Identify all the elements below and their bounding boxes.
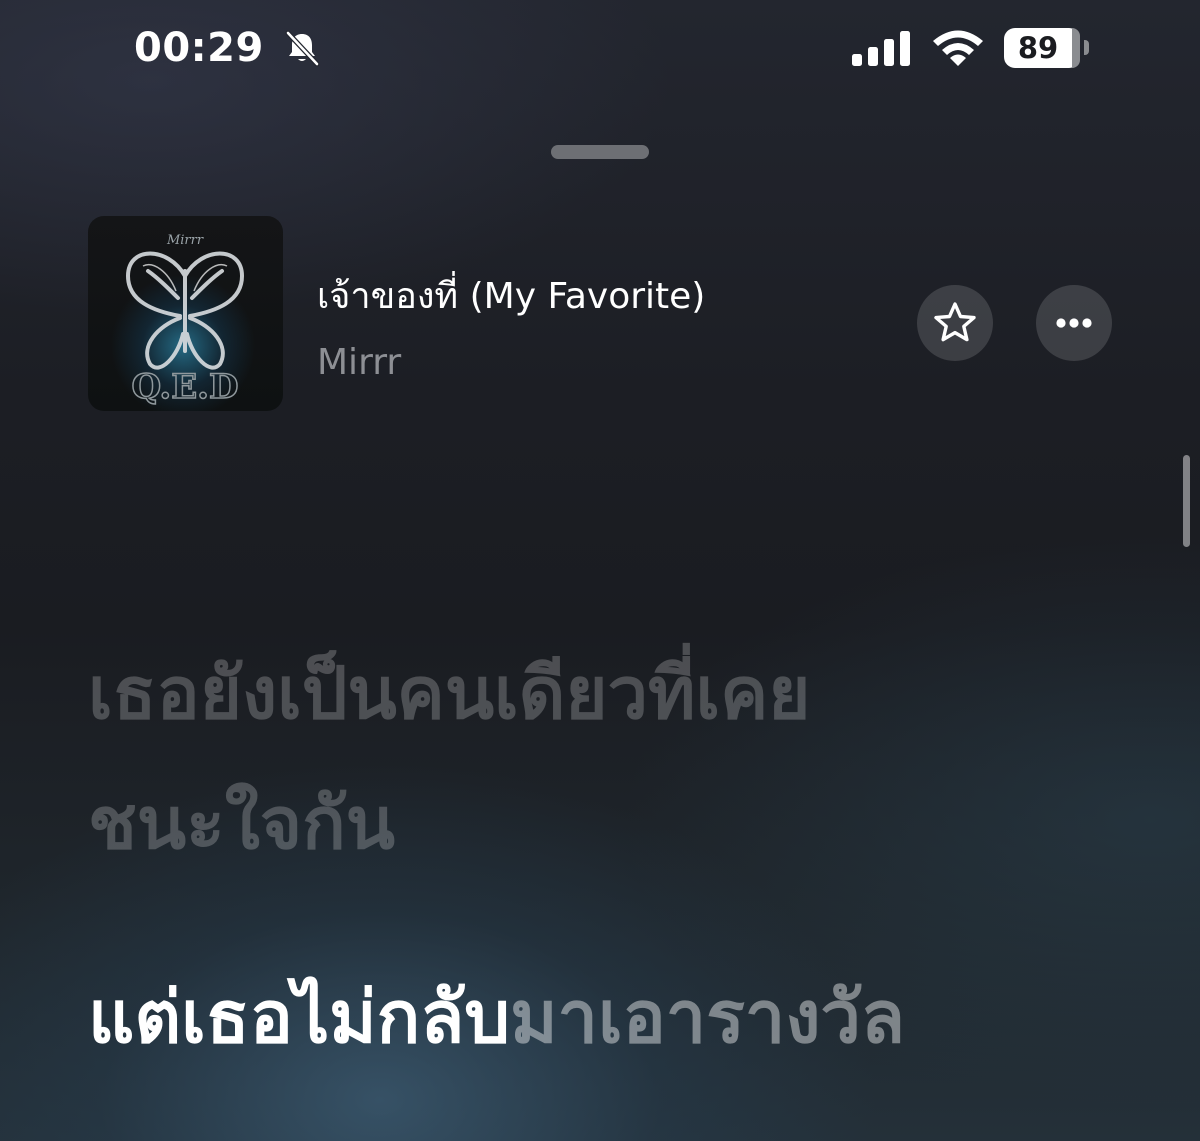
album-title-text: Q.E.D	[132, 367, 239, 407]
battery-nub	[1084, 40, 1089, 55]
wifi-icon	[933, 30, 983, 66]
battery-icon: 89	[1004, 28, 1080, 68]
bell-slash-icon	[285, 30, 320, 67]
album-brand-text: Mirrr	[166, 233, 204, 248]
song-artist[interactable]: Mirrr	[317, 338, 401, 388]
ellipsis-icon	[1056, 318, 1092, 328]
scroll-indicator[interactable]	[1183, 455, 1190, 547]
butterfly-artwork: Mirrr Q.E.D	[126, 233, 244, 408]
more-options-button[interactable]	[1036, 285, 1112, 361]
battery-empty-segment	[1072, 28, 1080, 68]
song-title[interactable]: เจ้าของที่ (My Favorite)	[317, 272, 705, 322]
sheet-grabber[interactable]	[551, 145, 649, 159]
cellular-signal-icon	[852, 31, 910, 66]
album-art[interactable]: Mirrr Q.E.D	[88, 216, 283, 411]
lyric-line[interactable]: เธอยังเป็นคนเดียวที่เคย	[88, 638, 810, 748]
favorite-button[interactable]	[917, 285, 993, 361]
star-icon	[934, 302, 976, 342]
lyric-sung-part: แต่เธอไม่กลับ	[88, 975, 511, 1059]
lyric-unsung-part: มาเอารางวัล	[510, 975, 906, 1059]
lyric-line[interactable]: ชนะใจกัน	[88, 768, 395, 878]
battery-level: 89	[1017, 31, 1059, 65]
current-lyric-line[interactable]: แต่เธอไม่กลับมาเอารางวัล	[88, 962, 905, 1072]
status-time: 00:29	[134, 25, 264, 71]
